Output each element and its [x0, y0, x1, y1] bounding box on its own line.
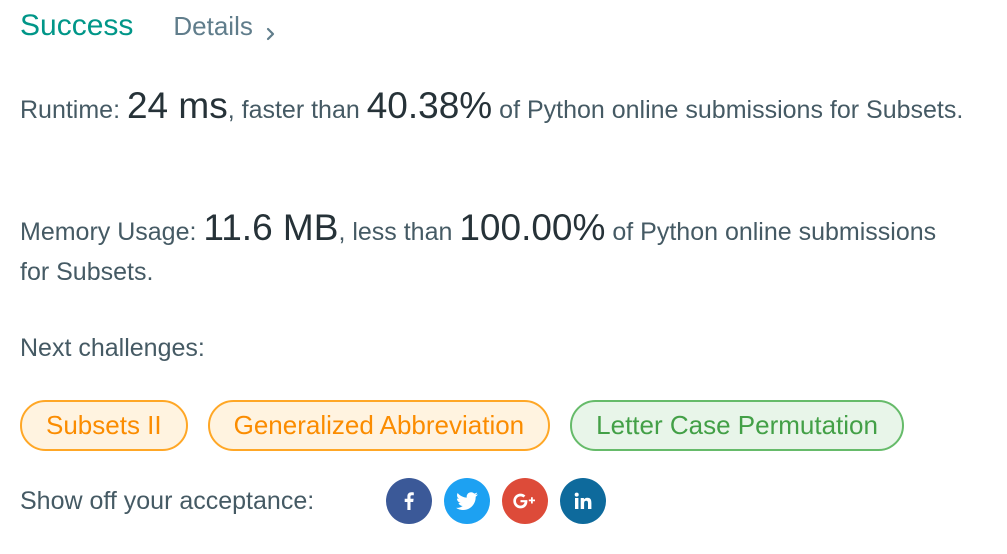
memory-percentile: 100.00% — [459, 207, 606, 248]
twitter-share-button[interactable] — [444, 478, 490, 524]
share-label: Show off your acceptance: — [20, 486, 315, 515]
memory-stat: Memory Usage: 11.6 MB, less than 100.00%… — [20, 208, 970, 292]
runtime-percentile: 40.38% — [366, 85, 493, 126]
result-header: Success Details — [20, 6, 279, 46]
facebook-icon — [397, 489, 421, 513]
challenge-letter-case-permutation[interactable]: Letter Case Permutation — [570, 400, 904, 451]
runtime-value: 24 ms — [126, 85, 228, 126]
challenge-generalized-abbreviation[interactable]: Generalized Abbreviation — [207, 400, 551, 451]
linkedin-icon — [571, 489, 595, 513]
google-plus-icon — [510, 489, 540, 513]
submission-status: Success — [20, 9, 134, 42]
linkedin-share-button[interactable] — [560, 478, 606, 524]
share-section: Show off your acceptance: — [20, 478, 618, 524]
facebook-share-button[interactable] — [386, 478, 432, 524]
next-challenges-list: Subsets II Generalized Abbreviation Lett… — [20, 400, 904, 451]
runtime-suffix: of Python online submissions for Subsets… — [492, 96, 964, 124]
twitter-icon — [454, 488, 480, 514]
memory-comparison: , less than — [338, 218, 460, 246]
runtime-comparison: , faster than — [227, 96, 367, 124]
details-label: Details — [173, 10, 253, 41]
chevron-right-icon — [263, 18, 279, 41]
runtime-stat: Runtime: 24 ms, faster than 40.38% of Py… — [20, 86, 970, 130]
details-link[interactable]: Details — [173, 11, 278, 42]
memory-value: 11.6 MB — [203, 207, 339, 248]
runtime-label: Runtime: — [20, 96, 127, 124]
memory-label: Memory Usage: — [20, 218, 204, 246]
google-plus-share-button[interactable] — [502, 478, 548, 524]
challenge-subsets-ii[interactable]: Subsets II — [20, 400, 188, 451]
next-challenges-label: Next challenges: — [20, 334, 205, 362]
